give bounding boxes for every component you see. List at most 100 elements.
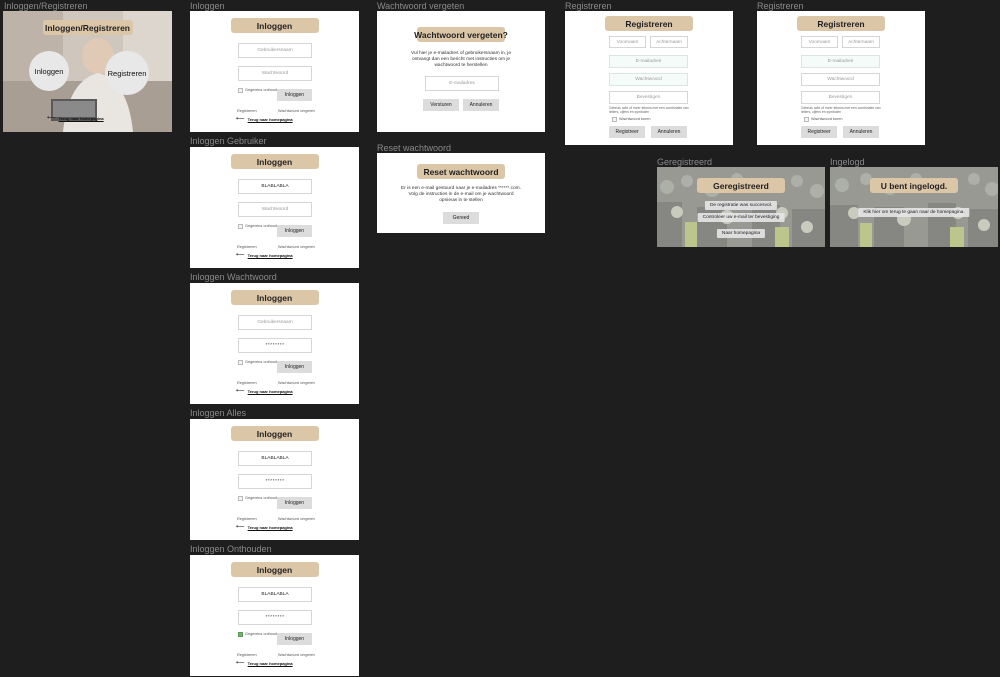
forgot-password-link[interactable]: Wachtwoord vergeten	[278, 381, 315, 385]
arrow-left-icon: ⟵	[236, 116, 245, 122]
register-link[interactable]: Registreren	[237, 381, 257, 385]
password-input[interactable]: ********	[238, 474, 312, 489]
forgot-password-link[interactable]: Wachtwoord vergeten	[278, 653, 315, 657]
confirm-password-input[interactable]: Bevestigen	[609, 91, 688, 104]
username-input[interactable]: BLABLABLA	[238, 587, 312, 602]
login-circle-button[interactable]: Inloggen	[29, 51, 69, 91]
frame-label-reset-wachtwoord: Reset wachtwoord	[377, 143, 452, 153]
register-title: Registreren	[605, 16, 693, 31]
login-title: Inloggen	[230, 562, 319, 577]
back-to-home-link[interactable]: ⟵ Terug naar homepagina	[236, 388, 293, 394]
reset-title: Reset wachtwoord	[417, 164, 505, 179]
cancel-button[interactable]: Annuleren	[651, 126, 687, 138]
show-password-label: Wachtwoord tonen	[619, 117, 651, 121]
remember-label: Gegevens onthouden	[245, 88, 282, 92]
remember-checkbox[interactable]	[238, 496, 243, 501]
frame-label-registreren-1: Registreren	[565, 1, 612, 11]
remember-checkbox-checked[interactable]	[238, 632, 243, 637]
username-input[interactable]: Gebruikersnaam	[238, 315, 312, 330]
login-button[interactable]: Inloggen	[277, 633, 312, 645]
login-frame-empty: Inloggen Gebruikersnaam Wachtwoord Gegev…	[190, 11, 359, 132]
loggedin-title: U bent ingelogd.	[870, 178, 958, 193]
back-to-home-link[interactable]: ⟵ Terug naar homepagina	[236, 660, 293, 666]
show-password-checkbox[interactable]	[804, 117, 809, 122]
back-to-home-link[interactable]: ⟵ Terug naar homepagina	[236, 252, 293, 258]
register-link[interactable]: Registreren	[237, 109, 257, 113]
email-input[interactable]: E-mailadres	[801, 55, 880, 68]
password-input[interactable]: Wachtwoord	[609, 73, 688, 86]
remember-checkbox[interactable]	[238, 88, 243, 93]
login-button[interactable]: Inloggen	[277, 497, 312, 509]
remember-checkbox[interactable]	[238, 360, 243, 365]
password-input[interactable]: Wachtwoord	[238, 66, 312, 81]
first-name-input[interactable]: Voornaam	[609, 36, 646, 48]
frame-label-inloggen-onthouden: Inloggen Onthouden	[190, 544, 272, 554]
reset-instructions: Er is een e-mail gestuurd naar je e-mail…	[401, 186, 521, 203]
loggedin-frame: U bent ingelogd. Klik hier om terug te g…	[830, 167, 998, 247]
username-input[interactable]: BLABLABLA	[238, 179, 312, 194]
login-button[interactable]: Inloggen	[277, 225, 312, 237]
remember-label: Gegevens onthouden	[245, 496, 282, 500]
register-link[interactable]: Registreren	[237, 245, 257, 249]
frame-label-wachtwoord-vergeten: Wachtwoord vergeten	[377, 1, 465, 11]
forgot-password-link[interactable]: Wachtwoord vergeten	[278, 109, 315, 113]
back-to-home-link[interactable]: ⟵ Terug naar homepagina	[236, 116, 293, 122]
last-name-input[interactable]: Achternaam	[842, 36, 880, 48]
show-password-checkbox[interactable]	[612, 117, 617, 122]
forgot-password-frame: Wachtwoord vergeten? Vul hier je e-maila…	[377, 11, 545, 132]
login-button[interactable]: Inloggen	[277, 361, 312, 373]
register-frame-1: Registreren Voornaam Achternaam E-mailad…	[565, 11, 733, 145]
email-input[interactable]: E-mailadres	[425, 76, 499, 91]
arrow-left-icon: ⟵	[47, 115, 56, 121]
login-button[interactable]: Inloggen	[277, 89, 312, 101]
cancel-button[interactable]: Annuleren	[463, 99, 499, 111]
back-to-home-message[interactable]: Klik hier om terug te gaan naar de homep…	[858, 208, 970, 217]
email-input[interactable]: E-mailadres	[609, 55, 688, 68]
cancel-button[interactable]: Annuleren	[843, 126, 879, 138]
register-frame-2: Registreren Voornaam Achternaam E-mailad…	[757, 11, 925, 145]
password-hint: Gebruik acht of meer tekens met een comb…	[801, 106, 881, 115]
register-link[interactable]: Registreren	[237, 653, 257, 657]
register-submit-button[interactable]: Registreer	[609, 126, 645, 138]
send-button[interactable]: Versturen	[423, 99, 459, 111]
show-password-label: Wachtwoord tonen	[811, 117, 843, 121]
remember-label: Gegevens onthouden	[245, 632, 282, 636]
done-button[interactable]: Gereed	[443, 212, 479, 224]
password-input[interactable]: ********	[238, 338, 312, 353]
first-name-input[interactable]: Voornaam	[801, 36, 838, 48]
confirm-password-input[interactable]: Bevestigen	[801, 91, 880, 104]
arrow-left-icon: ⟵	[236, 660, 245, 666]
arrow-left-icon: ⟵	[236, 252, 245, 258]
username-input[interactable]: BLABLABLA	[238, 451, 312, 466]
register-circle-button[interactable]: Registreren	[105, 51, 149, 95]
username-input[interactable]: Gebruikersnaam	[238, 43, 312, 58]
login-title: Inloggen	[230, 426, 319, 441]
login-title: Inloggen	[230, 18, 319, 33]
login-frame-password: Inloggen Gebruikersnaam ******** Gegeven…	[190, 283, 359, 404]
login-title: Inloggen	[230, 154, 319, 169]
forgot-password-link[interactable]: Wachtwoord vergeten	[278, 517, 315, 521]
register-link[interactable]: Registreren	[237, 517, 257, 521]
to-home-button[interactable]: Naar homepagina	[716, 229, 766, 238]
forgot-instructions: Vul hier je e-mailadres of gebruikersnaa…	[410, 51, 512, 68]
back-to-home-link[interactable]: ⟵ Terug naar homepagina	[236, 524, 293, 530]
register-title: Registreren	[797, 16, 885, 31]
back-to-home-link[interactable]: ⟵ Terug naar homepagina	[47, 115, 104, 121]
remember-checkbox[interactable]	[238, 224, 243, 229]
frame-label-registreren-2: Registreren	[757, 1, 804, 11]
login-frame-user: Inloggen BLABLABLA Wachtwoord Gegevens o…	[190, 147, 359, 268]
registered-message-2: Controleer uw e-mail ter bevestiging	[697, 213, 785, 222]
arrow-left-icon: ⟵	[236, 388, 245, 394]
password-input[interactable]: ********	[238, 610, 312, 625]
registered-frame: Geregistreerd De registratie was succesv…	[657, 167, 825, 247]
password-input[interactable]: Wachtwoord	[238, 202, 312, 217]
forgot-password-link[interactable]: Wachtwoord vergeten	[278, 245, 315, 249]
frame-label-inlog-reg: Inloggen/Registreren	[4, 1, 88, 11]
landing-title: Inloggen/Registreren	[42, 20, 133, 35]
last-name-input[interactable]: Achternaam	[650, 36, 688, 48]
password-input[interactable]: Wachtwoord	[801, 73, 880, 86]
register-submit-button[interactable]: Registreer	[801, 126, 837, 138]
registered-title: Geregistreerd	[697, 178, 785, 193]
login-frame-all: Inloggen BLABLABLA ******** Gegevens ont…	[190, 419, 359, 540]
arrow-left-icon: ⟵	[236, 524, 245, 530]
